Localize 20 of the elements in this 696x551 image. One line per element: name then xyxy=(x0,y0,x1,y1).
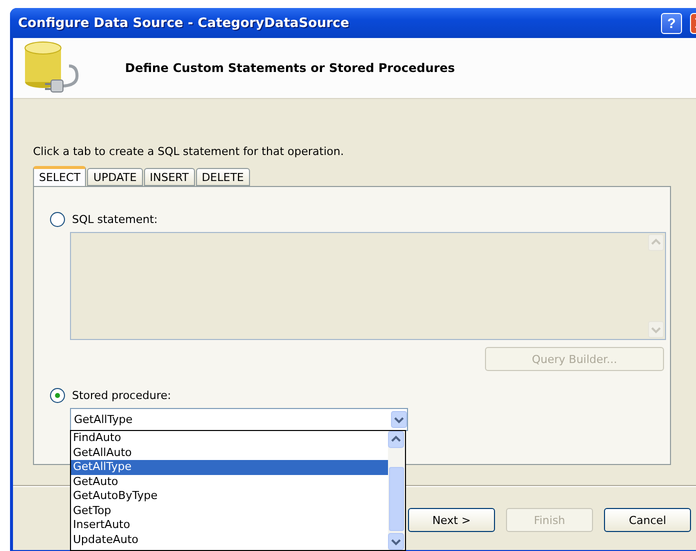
dialog-button[interactable]: Next > xyxy=(408,508,495,532)
tab[interactable]: SELECT xyxy=(33,166,86,186)
scrollbar[interactable] xyxy=(388,431,405,550)
scroll-up-icon[interactable] xyxy=(388,431,404,448)
tab[interactable]: DELETE xyxy=(196,168,250,186)
radio-label: SQL statement: xyxy=(72,213,158,226)
instruction-text: Click a tab to create a SQL statement for that operation. xyxy=(33,145,345,158)
dropdown-value: GetAllType xyxy=(73,413,134,426)
header-title: Define Custom Statements or Stored Procedures xyxy=(125,61,455,75)
radio-label: Stored procedure: xyxy=(72,389,172,402)
help-button[interactable]: ? xyxy=(661,12,682,34)
scroll-down-icon[interactable] xyxy=(388,533,404,550)
dialog-button[interactable]: Cancel xyxy=(604,508,691,532)
radio-button[interactable] xyxy=(50,212,65,227)
dropdown-item[interactable]: GetAllType xyxy=(71,460,388,474)
window-title: Configure Data Source - CategoryDataSource xyxy=(17,16,350,30)
tab[interactable]: UPDATE xyxy=(87,168,143,186)
radio-button[interactable] xyxy=(50,388,65,403)
tab[interactable]: INSERT xyxy=(144,168,195,186)
procedure-dropdown[interactable]: GetAllType xyxy=(70,408,408,431)
